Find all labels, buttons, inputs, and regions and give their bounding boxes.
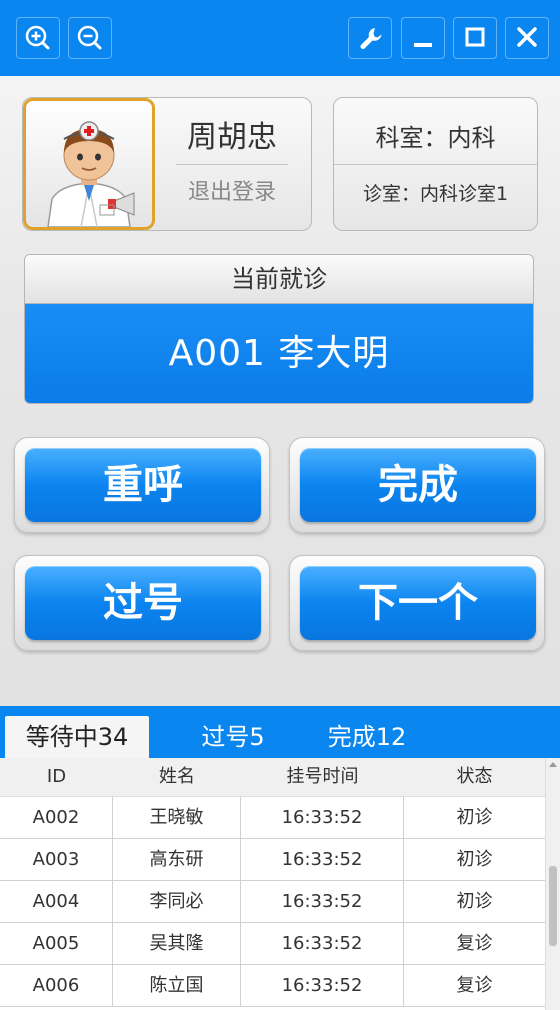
complete-button[interactable]: 完成 [300, 448, 536, 522]
table-row[interactable]: A005 吴其隆 16:33:52 复诊 [0, 923, 545, 965]
cell-status: 复诊 [456, 975, 493, 996]
settings-button[interactable] [348, 17, 392, 59]
next-button-frame: 下一个 [289, 555, 545, 651]
title-bar [0, 0, 560, 76]
current-patient-name: A001 李大明 [25, 304, 533, 403]
zoom-out-icon [77, 25, 102, 50]
zoom-out-button[interactable] [68, 17, 112, 59]
room-label: 诊室：内科诊室1 [362, 183, 509, 205]
current-patient-header: 当前就诊 [25, 255, 533, 304]
zoom-in-button[interactable] [16, 17, 60, 59]
tab-completed[interactable]: 完成12 [310, 716, 424, 758]
minimize-button[interactable] [401, 17, 445, 59]
cell-name: 王晓敏 [113, 797, 241, 838]
cell-time: 16:33:52 [241, 965, 404, 1006]
close-icon [517, 27, 537, 47]
zoom-in-icon [25, 25, 50, 50]
tab-waiting[interactable]: 等待中34 [5, 716, 149, 758]
table-row[interactable]: A003 高东研 16:33:52 初诊 [0, 839, 545, 881]
cell-time: 16:33:52 [241, 797, 404, 838]
cell-id: A003 [0, 839, 113, 880]
close-button[interactable] [505, 17, 549, 59]
queue-table: ID 姓名 挂号时间 状态 A002 王晓敏 16:33:52 初诊 A003 … [0, 758, 560, 1010]
column-header-status[interactable]: 状态 [404, 758, 545, 796]
wrench-icon [360, 28, 382, 49]
skip-button[interactable]: 过号 [25, 566, 261, 640]
tab-skipped[interactable]: 过号5 [178, 716, 288, 758]
maximize-button[interactable] [453, 17, 497, 59]
cell-time: 16:33:52 [241, 839, 404, 880]
cell-status: 初诊 [456, 807, 493, 828]
cell-id: A006 [0, 965, 113, 1006]
recall-button[interactable]: 重呼 [25, 448, 261, 522]
queue-tabs: 等待中34 过号5 完成12 [0, 706, 560, 758]
scrollbar-thumb[interactable] [549, 866, 557, 946]
complete-button-frame: 完成 [289, 437, 545, 533]
table-row[interactable]: A002 王晓敏 16:33:52 初诊 [0, 797, 545, 839]
maximize-icon [465, 27, 485, 47]
cell-name: 陈立国 [113, 965, 241, 1006]
current-patient-panel: 当前就诊 A001 李大明 [24, 254, 534, 404]
cell-time: 16:33:52 [241, 881, 404, 922]
cell-name: 李同必 [113, 881, 241, 922]
cell-name: 高东研 [113, 839, 241, 880]
logout-link[interactable]: 退出登录 [172, 176, 292, 210]
skip-button-frame: 过号 [14, 555, 270, 651]
table-header: ID 姓名 挂号时间 状态 [0, 758, 545, 797]
table-row[interactable]: A004 李同必 16:33:52 初诊 [0, 881, 545, 923]
cell-time: 16:33:52 [241, 923, 404, 964]
scroll-up-icon[interactable] [549, 762, 557, 767]
doctor-name: 周胡忠 [187, 120, 277, 155]
table-scrollbar[interactable] [545, 758, 560, 1010]
next-button[interactable]: 下一个 [300, 566, 536, 640]
cell-status: 初诊 [456, 891, 493, 912]
column-header-id[interactable]: ID [0, 758, 113, 796]
divider [334, 164, 537, 165]
cell-status: 复诊 [456, 933, 493, 954]
cell-id: A005 [0, 923, 113, 964]
column-header-name[interactable]: 姓名 [113, 758, 241, 796]
avatar [23, 98, 155, 230]
doctor-avatar-icon [47, 121, 135, 227]
cell-status: 初诊 [456, 849, 493, 870]
department-label: 科室：内科 [375, 124, 496, 152]
divider [176, 164, 288, 165]
cell-id: A002 [0, 797, 113, 838]
cell-id: A004 [0, 881, 113, 922]
minimize-icon [414, 43, 432, 47]
column-header-time[interactable]: 挂号时间 [241, 758, 404, 796]
recall-button-frame: 重呼 [14, 437, 270, 533]
cell-name: 吴其隆 [113, 923, 241, 964]
table-row[interactable]: A006 陈立国 16:33:52 复诊 [0, 965, 545, 1007]
